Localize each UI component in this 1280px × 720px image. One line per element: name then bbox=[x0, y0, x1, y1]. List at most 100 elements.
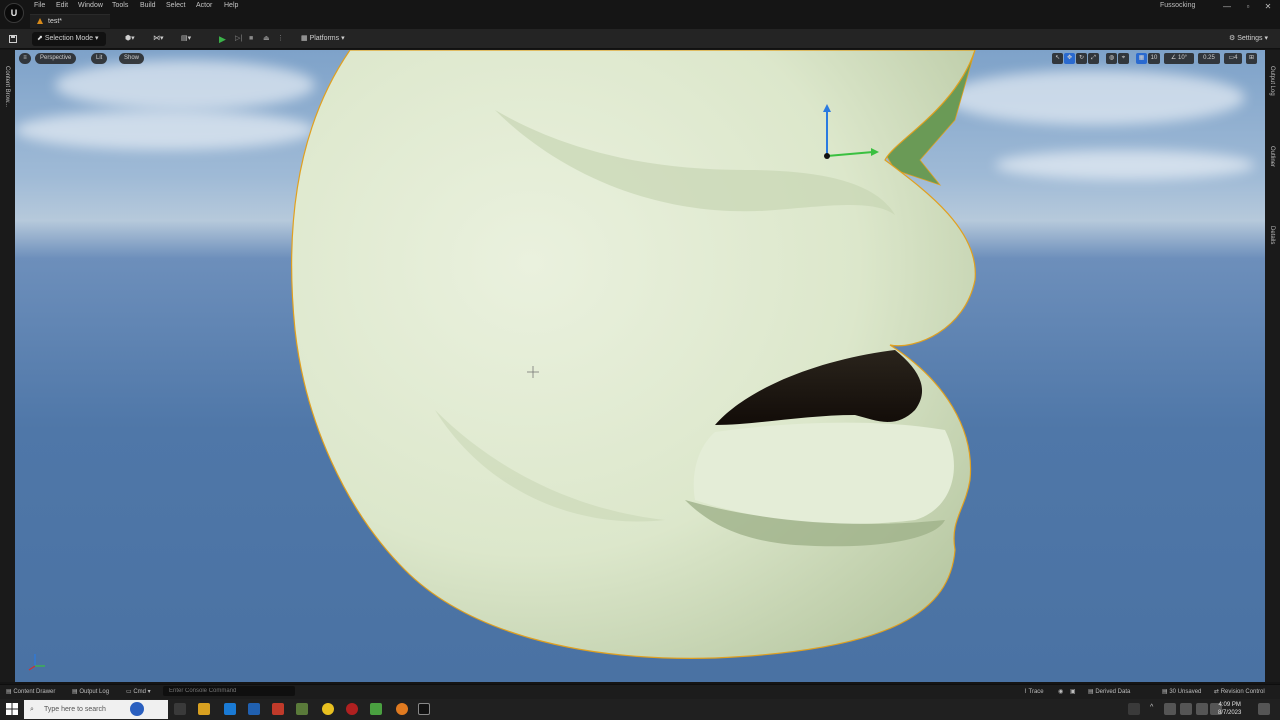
blueprint-icon[interactable]: ⋈▾ bbox=[148, 32, 169, 46]
menu-help[interactable]: Help bbox=[224, 2, 238, 9]
menu-build[interactable]: Build bbox=[140, 2, 156, 9]
menu-actor[interactable]: Actor bbox=[196, 2, 212, 9]
console-input[interactable] bbox=[163, 686, 295, 696]
rotate-tool-icon[interactable]: ↻ bbox=[1076, 53, 1087, 64]
stop-icon[interactable]: ■ bbox=[244, 32, 258, 46]
settings-label: Settings bbox=[1237, 35, 1263, 42]
perspective-button[interactable]: Perspective bbox=[35, 53, 77, 64]
trace-record-icon[interactable]: ◉ bbox=[1058, 688, 1063, 695]
outliner-tab[interactable]: Outliner bbox=[1269, 146, 1275, 167]
clock-date: 8/7/2023 bbox=[1218, 710, 1242, 716]
lower-lip bbox=[693, 422, 954, 524]
system-clock[interactable]: 4:09 PM 8/7/2023 bbox=[1218, 701, 1241, 717]
unreal-taskbar-icon[interactable] bbox=[418, 703, 430, 715]
surface-snap-icon[interactable]: ⌖ bbox=[1118, 53, 1129, 64]
world-local-icon[interactable]: ◍ bbox=[1106, 53, 1117, 64]
menu-bar: File Edit Window Tools Build Select Acto… bbox=[0, 0, 1280, 14]
translate-tool-icon[interactable]: ✥ bbox=[1064, 53, 1075, 64]
menu-edit[interactable]: Edit bbox=[56, 2, 68, 9]
trace-label: Trace bbox=[1028, 689, 1044, 695]
play-options-icon[interactable]: ⋮ bbox=[272, 32, 289, 46]
grid-snap-icon[interactable]: ▦ bbox=[1136, 53, 1147, 64]
maximize-viewport-icon[interactable]: ⊞ bbox=[1246, 53, 1257, 64]
level-viewport[interactable] bbox=[15, 50, 1265, 682]
viewport-menu-icon[interactable]: ≡ bbox=[19, 53, 31, 64]
store-icon[interactable] bbox=[224, 703, 236, 715]
trace-button[interactable]: ⌇ Trace bbox=[1024, 688, 1044, 695]
select-tool-icon[interactable]: ↖ bbox=[1052, 53, 1063, 64]
task-view-icon[interactable] bbox=[174, 703, 186, 715]
search-placeholder: Type here to search bbox=[44, 706, 106, 713]
obs-icon[interactable] bbox=[346, 703, 358, 715]
unsaved-label: 30 Unsaved bbox=[1169, 689, 1202, 695]
add-content-icon[interactable]: ⬢▾ bbox=[120, 32, 140, 46]
axis-indicator-icon bbox=[28, 654, 45, 671]
derived-data-button[interactable]: ▤ Derived Data bbox=[1088, 688, 1130, 695]
clock-time: 4:09 PM bbox=[1218, 702, 1241, 708]
blender-icon[interactable] bbox=[396, 703, 408, 715]
chrome-icon[interactable] bbox=[322, 703, 334, 715]
cmd-dropdown[interactable]: ▭ Cmd ▾ bbox=[126, 688, 151, 695]
cortana-icon[interactable] bbox=[130, 702, 144, 716]
menu-select[interactable]: Select bbox=[166, 2, 185, 9]
cmd-label: Cmd bbox=[133, 689, 147, 695]
menu-file[interactable]: File bbox=[34, 2, 45, 9]
menu-tools[interactable]: Tools bbox=[112, 2, 128, 9]
menu-window[interactable]: Window bbox=[78, 2, 103, 9]
angle-icon: ∠ bbox=[1170, 55, 1177, 61]
revision-control-button[interactable]: ⇄ Revision Control bbox=[1214, 688, 1265, 695]
search-icon: ⌕ bbox=[30, 706, 34, 713]
lit-label: Lit bbox=[96, 55, 103, 61]
level-tab-title: test* bbox=[48, 18, 63, 25]
cinematics-icon[interactable]: ▤▾ bbox=[176, 32, 196, 46]
details-tab[interactable]: Details bbox=[1269, 226, 1275, 244]
unsaved-button[interactable]: ▤ 30 Unsaved bbox=[1162, 688, 1201, 695]
project-name: Fussocking bbox=[1160, 2, 1196, 9]
level-tab[interactable]: test* bbox=[30, 14, 110, 28]
keyboard-icon[interactable] bbox=[1128, 703, 1140, 715]
content-drawer-label: Content Drawer bbox=[13, 689, 56, 695]
taskbar-search-box[interactable]: ⌕ Type here to search bbox=[24, 700, 168, 719]
content-browser-tab[interactable]: Content Brow... bbox=[4, 66, 10, 107]
mail-icon[interactable] bbox=[248, 703, 260, 715]
scale-tool-icon[interactable]: ⤢ bbox=[1088, 53, 1099, 64]
platforms-label: Platforms bbox=[309, 35, 340, 42]
lit-button[interactable]: Lit bbox=[91, 53, 108, 64]
network-icon[interactable] bbox=[1180, 703, 1192, 715]
output-log-tab[interactable]: Output Log bbox=[1269, 66, 1275, 96]
minimize-icon[interactable]: — bbox=[1220, 2, 1234, 11]
left-dock: Content Brow... bbox=[0, 50, 15, 682]
chevron-up-icon[interactable]: ^ bbox=[1150, 704, 1158, 712]
viewport-transform-tools: ↖ ✥ ↻ ⤢ ◍ ⌖ ▦ 10 ∠ 10° 0.25 ▭4 ⊞ bbox=[1052, 53, 1262, 64]
minecraft-icon[interactable] bbox=[296, 703, 308, 715]
save-icon[interactable] bbox=[4, 32, 20, 46]
selection-mode-button[interactable]: ⬈ Selection Mode ▾ bbox=[32, 32, 106, 46]
show-button[interactable]: Show bbox=[119, 53, 145, 64]
platforms-button[interactable]: ▦ Platforms ▾ bbox=[296, 32, 350, 46]
close-icon[interactable]: ✕ bbox=[1261, 2, 1275, 11]
scale-snap-value[interactable]: 0.25 bbox=[1198, 53, 1220, 64]
settings-button[interactable]: ⚙ Settings ▾ bbox=[1224, 32, 1273, 46]
notepad-icon[interactable] bbox=[370, 703, 382, 715]
content-drawer-button[interactable]: ▤ Content Drawer bbox=[6, 688, 55, 695]
volume-icon[interactable] bbox=[1196, 703, 1208, 715]
show-label: Show bbox=[124, 55, 140, 61]
file-explorer-icon[interactable] bbox=[198, 703, 210, 715]
play-icon[interactable]: ▶ bbox=[214, 32, 231, 46]
unreal-logo-icon: U bbox=[4, 3, 24, 23]
windows-start-icon[interactable] bbox=[4, 701, 20, 717]
tray-app-icon[interactable] bbox=[1164, 703, 1176, 715]
sculpted-mesh[interactable] bbox=[15, 50, 1265, 682]
camera-speed-button[interactable]: ▭4 bbox=[1224, 53, 1242, 64]
output-log-button[interactable]: ▤ Output Log bbox=[72, 688, 109, 695]
app-icon[interactable] bbox=[272, 703, 284, 715]
camera-speed-label: 4 bbox=[1234, 55, 1238, 61]
rotation-snap-value[interactable]: ∠ 10° bbox=[1164, 53, 1194, 64]
scale-snap-label: 0.25 bbox=[1203, 55, 1215, 61]
right-dock: Output Log Outliner Details bbox=[1265, 50, 1280, 682]
notifications-icon[interactable] bbox=[1258, 703, 1270, 715]
maximize-icon[interactable]: ▫ bbox=[1241, 2, 1255, 11]
grid-snap-value[interactable]: 10 bbox=[1148, 53, 1160, 64]
trace-screenshot-icon[interactable]: ▣ bbox=[1070, 688, 1076, 695]
windows-taskbar: ⌕ Type here to search ^ 4:09 PM 8/7/2023 bbox=[0, 699, 1280, 720]
